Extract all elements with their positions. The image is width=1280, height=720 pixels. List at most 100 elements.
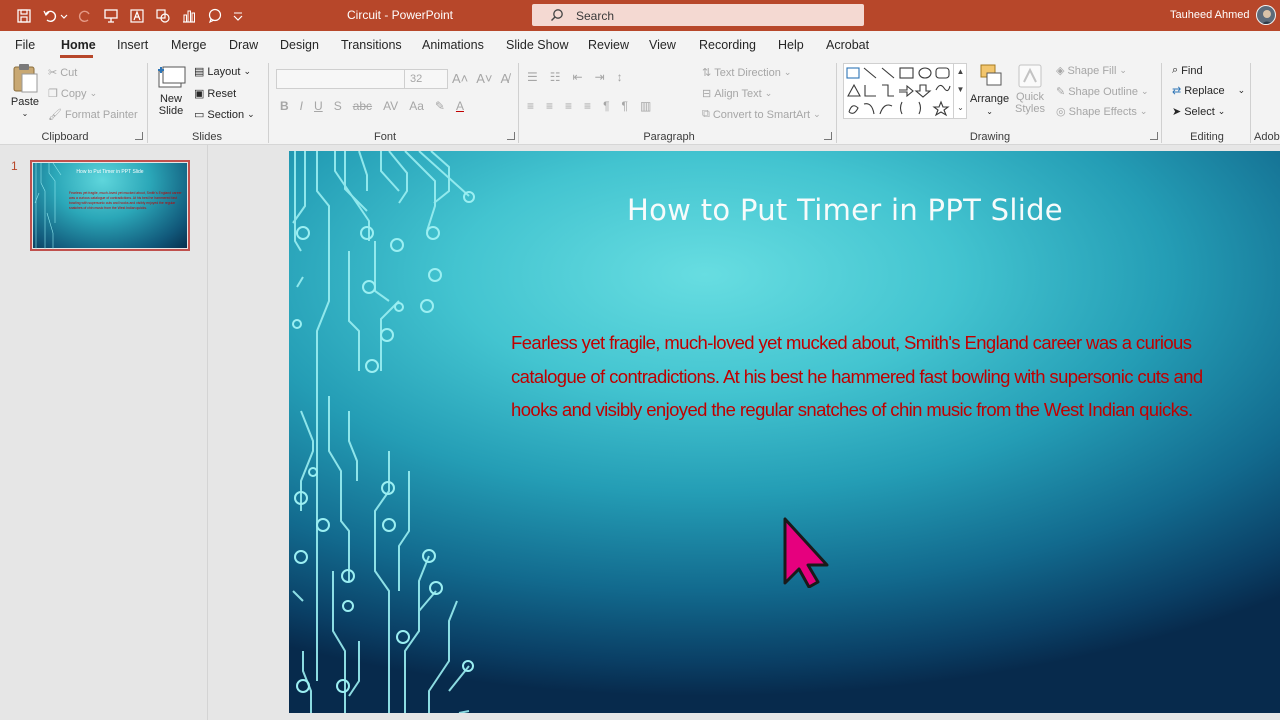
increase-indent-icon[interactable]: ⇥ <box>595 70 605 84</box>
undo-icon[interactable] <box>41 7 59 25</box>
align-text-label: Align Text <box>714 87 762 100</box>
slide-canvas[interactable]: How to Put Timer in PPT Slide Fearless y… <box>289 151 1280 713</box>
drawing-launcher-icon[interactable] <box>1150 132 1158 140</box>
bold-icon[interactable]: B <box>280 99 289 113</box>
highlight-icon[interactable]: ✎ <box>435 99 445 113</box>
font-size-input[interactable]: 32 <box>404 69 448 89</box>
slide-title[interactable]: How to Put Timer in PPT Slide <box>289 193 1280 227</box>
align-center-icon[interactable]: ≡ <box>546 99 553 113</box>
tab-home[interactable]: Home <box>61 38 96 52</box>
shape-fill-button[interactable]: ◈ Shape Fill ⌄ <box>1056 64 1127 78</box>
copy-button[interactable]: ❐ Copy ⌄ <box>48 87 97 101</box>
shape-outline-button[interactable]: ✎ Shape Outline ⌄ <box>1056 85 1148 99</box>
font-launcher-icon[interactable] <box>507 132 515 140</box>
strikethrough-icon[interactable]: abc <box>353 99 372 113</box>
undo-dropdown-icon[interactable] <box>59 7 69 25</box>
canvas-margin <box>209 713 1280 720</box>
chevron-down-icon: ⌄ <box>1119 65 1127 75</box>
tab-view[interactable]: View <box>649 38 676 52</box>
user-name[interactable]: Tauheed Ahmed <box>1170 9 1250 21</box>
bullets-icon[interactable]: ☰ <box>527 70 538 84</box>
find-button[interactable]: ⌕ Find <box>1172 64 1203 77</box>
copy-icon: ❐ <box>48 88 58 100</box>
underline-icon[interactable]: U <box>314 99 323 113</box>
magnifier-icon: ⌕ <box>1172 64 1179 76</box>
tab-slide-show[interactable]: Slide Show <box>506 38 569 52</box>
format-painter-button[interactable]: 🖌 Format Painter <box>48 108 138 122</box>
grow-font-icon[interactable]: A˄ <box>452 71 468 86</box>
shadow-icon[interactable]: S <box>334 99 342 113</box>
line-spacing-icon[interactable]: ↕ <box>617 70 623 84</box>
select-button[interactable]: ➤ Select ⌄ <box>1172 105 1225 119</box>
gallery-scroll[interactable]: ▲ ▼ ⌄ <box>953 63 967 119</box>
paste-button[interactable]: Paste ⌄ <box>10 63 40 118</box>
smartart-icon: ⧉ <box>702 108 710 120</box>
divider <box>147 63 148 143</box>
rtl-icon[interactable]: ¶ <box>622 99 628 113</box>
convert-smartart-button[interactable]: ⧉ Convert to SmartArt ⌄ <box>702 108 821 121</box>
shapes-gallery[interactable] <box>843 63 967 119</box>
numbering-icon[interactable]: ☷ <box>550 70 561 84</box>
align-right-icon[interactable]: ≡ <box>565 99 572 113</box>
customize-qat-icon[interactable] <box>231 7 245 25</box>
tab-acrobat[interactable]: Acrobat <box>826 38 869 52</box>
clipboard-launcher-icon[interactable] <box>135 132 143 140</box>
font-name-input[interactable] <box>276 69 406 89</box>
columns-icon[interactable]: ▥ <box>640 99 651 113</box>
divider <box>268 63 269 143</box>
layout-button[interactable]: ▤ Layout ⌄ <box>194 65 251 79</box>
font-color-icon[interactable]: A <box>456 99 464 113</box>
paragraph-launcher-icon[interactable] <box>824 132 832 140</box>
tab-review[interactable]: Review <box>588 38 629 52</box>
redo-icon[interactable] <box>76 7 94 25</box>
shrink-font-icon[interactable]: A˅ <box>476 71 492 86</box>
replace-button[interactable]: ⇄ Replace ⌄ <box>1172 84 1245 98</box>
chevron-down-icon: ⌄ <box>1139 106 1148 116</box>
chart-icon[interactable] <box>180 7 198 25</box>
align-left-icon[interactable]: ≡ <box>527 99 534 113</box>
pen-icon: ✎ <box>1056 86 1066 98</box>
decrease-indent-icon[interactable]: ⇤ <box>573 70 583 84</box>
tab-draw[interactable]: Draw <box>229 38 258 52</box>
tab-insert[interactable]: Insert <box>117 38 148 52</box>
thumbnail-body: Fearless yet fragile, much-loved yet muc… <box>69 191 182 210</box>
reset-button[interactable]: ▣ Reset <box>194 87 236 101</box>
tab-file[interactable]: File <box>15 38 35 52</box>
clear-formatting-icon[interactable]: A̸ <box>501 71 510 86</box>
new-slide-label-2: Slide <box>158 105 184 117</box>
shapes-icon[interactable] <box>154 7 172 25</box>
tab-help[interactable]: Help <box>778 38 804 52</box>
avatar[interactable] <box>1256 5 1276 25</box>
save-icon[interactable] <box>15 7 33 25</box>
new-slide-button[interactable]: New Slide <box>156 63 186 117</box>
layout-label: Layout <box>207 65 241 78</box>
text-direction-button[interactable]: ⇅ Text Direction ⌄ <box>702 66 791 80</box>
active-tab-indicator <box>60 55 93 58</box>
tab-animations[interactable]: Animations <box>422 38 484 52</box>
tab-recording[interactable]: Recording <box>699 38 756 52</box>
align-text-button[interactable]: ⊟ Align Text ⌄ <box>702 87 772 101</box>
tab-merge[interactable]: Merge <box>171 38 206 52</box>
justify-icon[interactable]: ≡ <box>584 99 591 113</box>
tab-design[interactable]: Design <box>280 38 319 52</box>
quick-styles-button[interactable]: Quick Styles <box>1015 63 1045 115</box>
character-spacing-icon[interactable]: AV <box>383 99 398 113</box>
from-beginning-icon[interactable] <box>102 7 120 25</box>
chevron-down-icon: ⌄ <box>247 109 255 119</box>
cut-button[interactable]: ✂ Cut <box>48 66 78 80</box>
section-button[interactable]: ▭ Section ⌄ <box>194 108 255 122</box>
search-box[interactable]: Search <box>532 4 864 26</box>
text-box-icon[interactable] <box>128 7 146 25</box>
change-case-icon[interactable]: Aa <box>409 99 424 113</box>
comment-icon[interactable] <box>206 7 224 25</box>
quick-styles-label-2: Styles <box>1015 103 1045 115</box>
title-bar: Circuit - PowerPoint Search Tauheed Ahme… <box>0 0 1280 31</box>
italic-icon[interactable]: I <box>300 99 303 113</box>
arrange-button[interactable]: Arrange ⌄ <box>970 63 1009 116</box>
slide-thumbnail[interactable]: How to Put Timer in PPT Slide Fearless y… <box>30 160 190 251</box>
ltr-icon[interactable]: ¶ <box>603 99 609 113</box>
slide-body-text[interactable]: Fearless yet fragile, much-loved yet muc… <box>511 326 1216 427</box>
shape-effects-button[interactable]: ◎ Shape Effects ⌄ <box>1056 105 1148 119</box>
tab-transitions[interactable]: Transitions <box>341 38 402 52</box>
cut-label: Cut <box>60 66 78 79</box>
